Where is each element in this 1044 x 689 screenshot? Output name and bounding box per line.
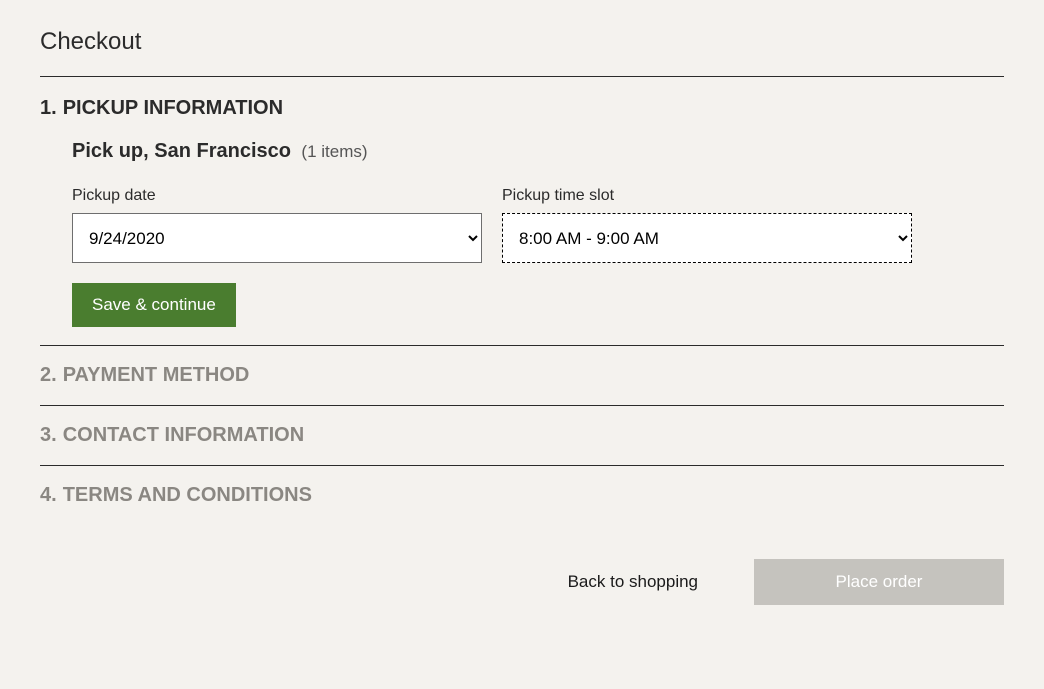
section-terms: 4. TERMS AND CONDITIONS bbox=[40, 484, 1004, 525]
pickup-summary: Pick up, San Francisco (1 items) bbox=[72, 140, 1004, 163]
pickup-timeslot-label: Pickup time slot bbox=[502, 187, 912, 205]
section-contact-number: 3. bbox=[40, 424, 57, 447]
section-payment: 2. PAYMENT METHOD bbox=[40, 364, 1004, 406]
page-title: Checkout bbox=[40, 28, 1004, 56]
section-contact-header[interactable]: 3. CONTACT INFORMATION bbox=[40, 424, 1004, 447]
pickup-fields-row: Pickup date 9/24/2020 Pickup time slot 8… bbox=[72, 187, 1004, 263]
save-continue-button[interactable]: Save & continue bbox=[72, 283, 236, 327]
pickup-timeslot-field: Pickup time slot 8:00 AM - 9:00 AM bbox=[502, 187, 912, 263]
section-payment-title: PAYMENT METHOD bbox=[63, 364, 250, 387]
section-contact: 3. CONTACT INFORMATION bbox=[40, 424, 1004, 466]
section-pickup-number: 1. bbox=[40, 97, 57, 120]
section-pickup-title: PICKUP INFORMATION bbox=[63, 97, 283, 120]
pickup-items-count: (1 items) bbox=[301, 142, 367, 161]
section-pickup-header: 1. PICKUP INFORMATION bbox=[40, 97, 1004, 120]
pickup-date-label: Pickup date bbox=[72, 187, 482, 205]
pickup-date-select[interactable]: 9/24/2020 bbox=[72, 213, 482, 263]
section-terms-number: 4. bbox=[40, 484, 57, 507]
pickup-date-field: Pickup date 9/24/2020 bbox=[72, 187, 482, 263]
section-payment-header[interactable]: 2. PAYMENT METHOD bbox=[40, 364, 1004, 387]
place-order-button[interactable]: Place order bbox=[754, 559, 1004, 605]
section-terms-title: TERMS AND CONDITIONS bbox=[63, 484, 312, 507]
title-divider bbox=[40, 76, 1004, 77]
pickup-timeslot-select[interactable]: 8:00 AM - 9:00 AM bbox=[502, 213, 912, 263]
pickup-method-location: Pick up, San Francisco bbox=[72, 140, 291, 162]
section-pickup: 1. PICKUP INFORMATION Pick up, San Franc… bbox=[40, 97, 1004, 346]
footer-actions: Back to shopping Place order bbox=[40, 559, 1004, 605]
section-contact-title: CONTACT INFORMATION bbox=[63, 424, 304, 447]
back-to-shopping-link[interactable]: Back to shopping bbox=[568, 572, 698, 592]
section-payment-number: 2. bbox=[40, 364, 57, 387]
section-terms-header[interactable]: 4. TERMS AND CONDITIONS bbox=[40, 484, 1004, 507]
